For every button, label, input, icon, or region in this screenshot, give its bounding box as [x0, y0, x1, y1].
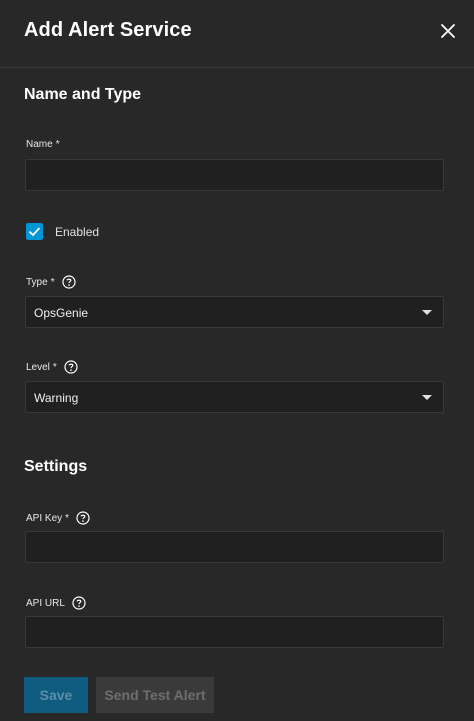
- dialog-title: Add Alert Service: [24, 19, 192, 41]
- help-circle-icon[interactable]: [64, 360, 78, 374]
- enabled-checkbox[interactable]: [26, 223, 43, 240]
- help-circle-icon[interactable]: [76, 511, 90, 525]
- level-label-text: Level: [26, 361, 50, 373]
- help-circle-icon[interactable]: [72, 596, 86, 610]
- required-asterisk: *: [52, 361, 57, 373]
- required-asterisk: *: [50, 276, 55, 288]
- level-label: Level *: [26, 360, 78, 374]
- api-url-input[interactable]: [25, 616, 444, 648]
- section-title-name-and-type: Name and Type: [24, 86, 142, 103]
- level-select-value: Warning: [34, 391, 79, 405]
- caret-down-icon: [422, 395, 432, 400]
- send-test-alert-button[interactable]: Send Test Alert: [96, 677, 214, 713]
- name-label: Name *: [26, 139, 60, 150]
- api-url-label-text: API URL: [26, 597, 65, 609]
- type-select-value: OpsGenie: [34, 306, 89, 320]
- caret-down-icon: [422, 310, 432, 315]
- type-label-text: Type: [26, 276, 48, 288]
- api-key-label: API Key *: [26, 511, 90, 525]
- checkmark-icon: [28, 227, 41, 237]
- section-title-settings: Settings: [24, 458, 88, 475]
- close-icon[interactable]: [436, 19, 460, 43]
- api-url-label: API URL: [26, 596, 86, 610]
- dialog-header: Add Alert Service: [0, 0, 474, 68]
- name-input[interactable]: [25, 159, 444, 191]
- help-circle-icon[interactable]: [61, 275, 76, 289]
- save-button[interactable]: Save: [24, 677, 88, 713]
- type-label: Type *: [26, 275, 76, 289]
- level-select[interactable]: Warning: [25, 381, 444, 413]
- required-asterisk: *: [55, 139, 60, 150]
- required-asterisk: *: [65, 512, 70, 524]
- name-label-text: Name: [26, 139, 53, 150]
- type-select[interactable]: OpsGenie: [25, 296, 444, 328]
- api-key-label-text: API Key: [26, 512, 63, 524]
- api-key-input[interactable]: [25, 531, 444, 563]
- enabled-label[interactable]: Enabled: [55, 225, 99, 239]
